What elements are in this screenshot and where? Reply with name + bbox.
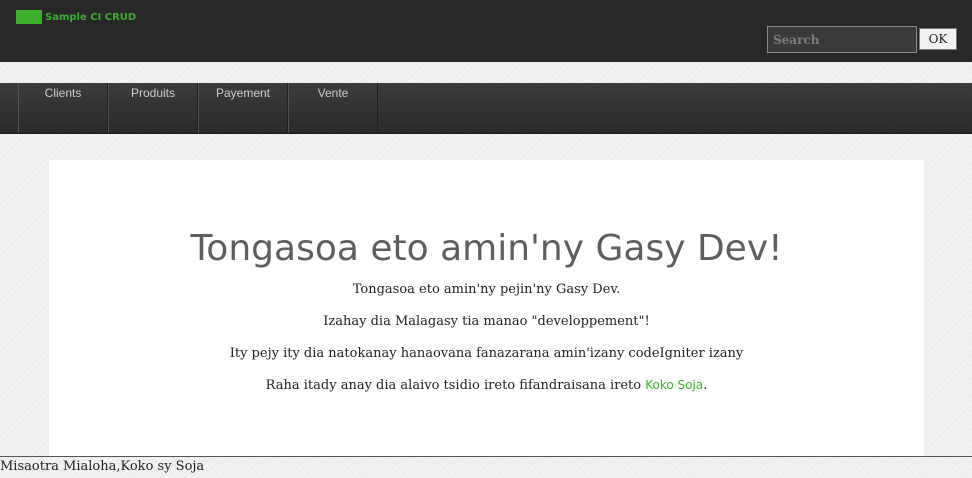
intro-line-1: Tongasoa eto amin'ny pejin'ny Gasy Dev. [352,282,621,297]
contact-period: . [703,378,708,393]
koko-soja-link[interactable]: Koko Soja [645,378,703,392]
brand-mark-icon [16,10,42,24]
search-ok-button[interactable]: OK [919,28,957,50]
search-input[interactable] [767,26,917,53]
brand-name[interactable]: Sample CI CRUD [45,12,136,23]
main-nav: Clients Produits Payement Vente [0,83,972,134]
nav-item-payement[interactable]: Payement [198,83,288,133]
top-bar: Sample CI CRUD OK [0,0,972,62]
brand-logo[interactable]: Sample CI CRUD [16,10,136,24]
page-title: Tongasoa eto amin'ny Gasy Dev! [190,228,783,269]
contact-text: Raha itady anay dia alaivo tsidio ireto … [265,378,646,393]
nav-item-clients[interactable]: Clients [18,83,108,133]
nav-item-produits[interactable]: Produits [108,83,198,133]
footer: Misaotra Mialoha,Koko sy Soja [0,456,972,478]
welcome-panel: Tongasoa eto amin'ny Gasy Dev! Tongasoa … [49,160,924,456]
nav-item-vente[interactable]: Vente [288,83,378,133]
intro-line-4: Raha itady anay dia alaivo tsidio ireto … [49,378,924,393]
footer-text: Misaotra Mialoha,Koko sy Soja [0,459,205,474]
intro-line-2: Izahay dia Malagasy tia manao "developpe… [323,314,650,329]
intro-line-3: Ity pejy ity dia natokanay hanaovana fan… [229,346,744,361]
